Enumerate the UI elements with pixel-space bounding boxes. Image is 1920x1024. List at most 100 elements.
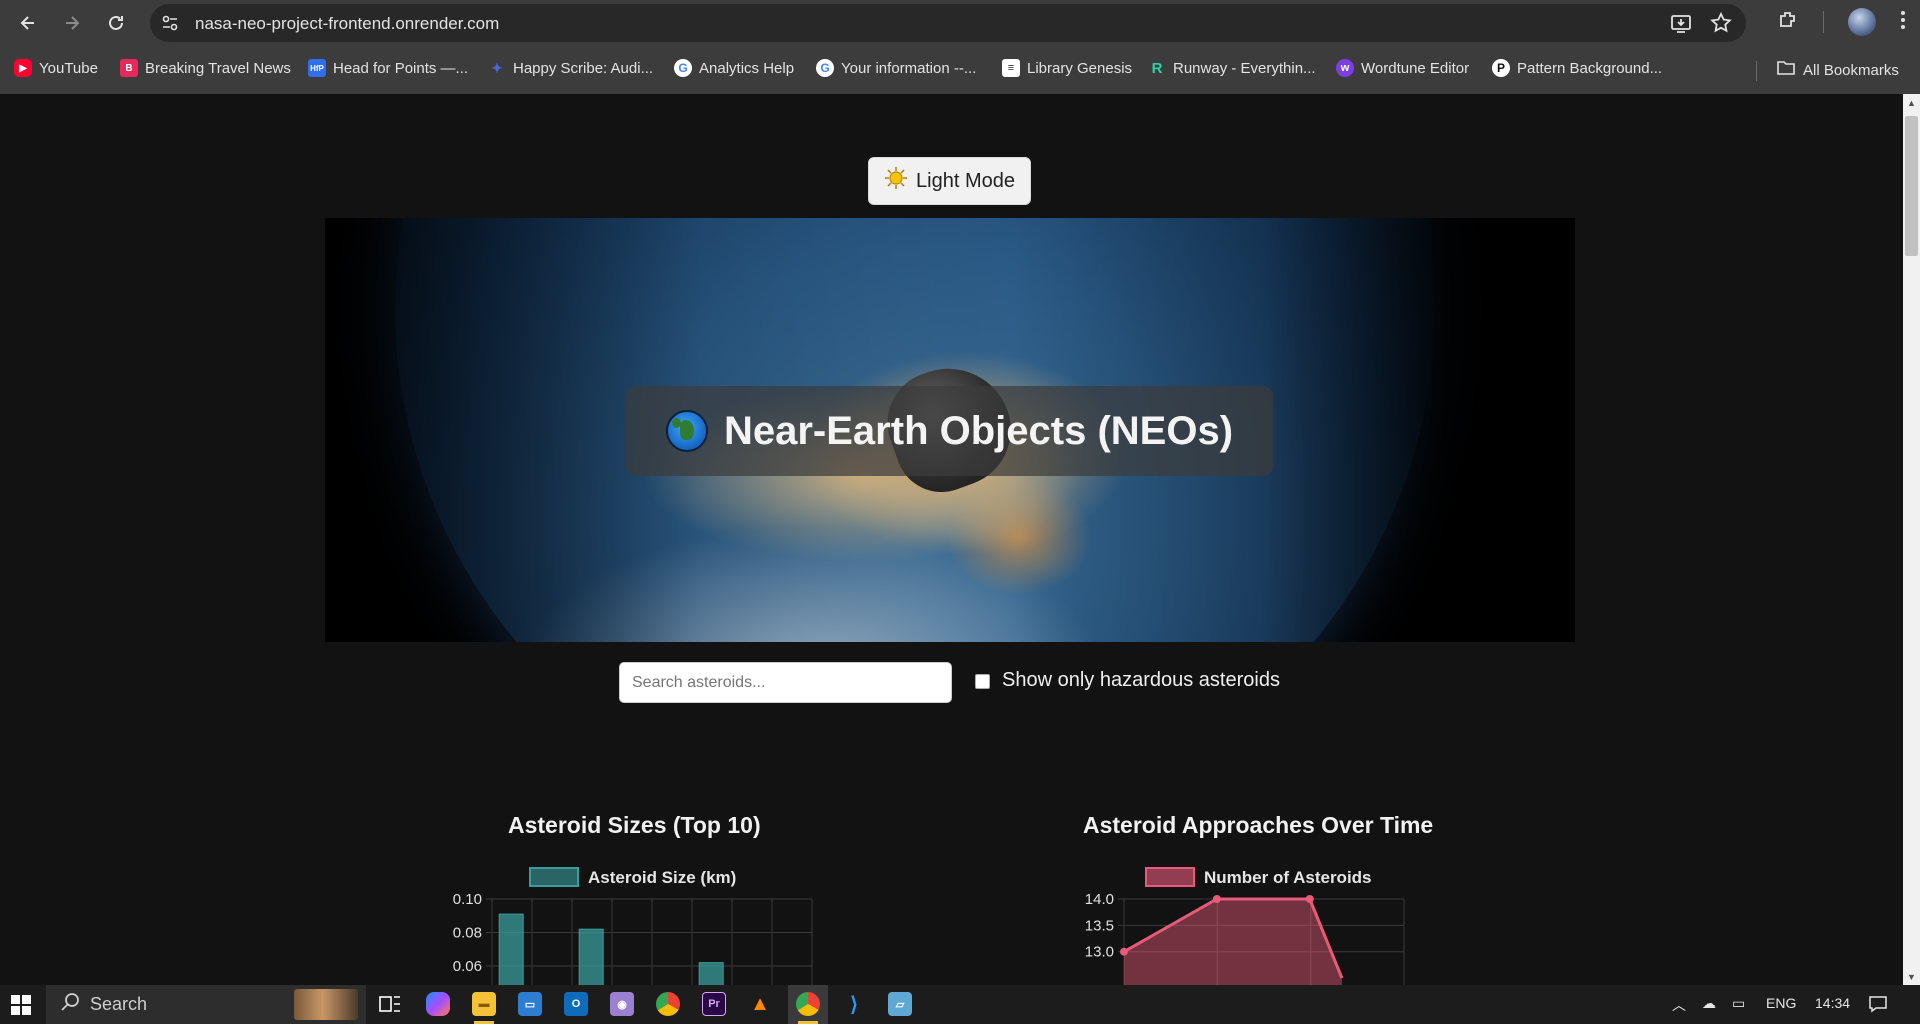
- back-button[interactable]: [8, 3, 48, 43]
- page-title: Near-Earth Objects (NEOs): [723, 408, 1234, 453]
- premiere-pro-icon[interactable]: Pr: [702, 992, 726, 1016]
- task-view-icon[interactable]: [378, 992, 402, 1016]
- data-point: [1212, 895, 1221, 903]
- bookmarks-bar: ▶ YouTube B Breaking Travel News HfP Hea…: [0, 47, 1920, 94]
- breaking-travel-news-icon: B: [120, 59, 138, 77]
- bookmark-wordtune[interactable]: w Wordtune Editor: [1336, 59, 1469, 77]
- light-mode-toggle[interactable]: Light Mode: [868, 157, 1031, 205]
- bookmark-happy-scribe[interactable]: ✦ Happy Scribe: Audi...: [488, 59, 653, 77]
- head-for-points-icon: HfP: [308, 59, 326, 77]
- bookmark-label: Pattern Background...: [1517, 59, 1663, 77]
- bookmark-label: Head for Points —...: [333, 59, 469, 77]
- clock[interactable]: 14:34: [1815, 995, 1850, 1011]
- all-bookmarks-label: All Bookmarks: [1803, 61, 1899, 79]
- bookmark-your-information[interactable]: G Your information --...: [816, 59, 976, 77]
- y-tick-label: 13.0: [1085, 944, 1114, 961]
- legend-swatch: [1145, 867, 1195, 887]
- toolbar-divider: [1823, 11, 1824, 33]
- profile-avatar[interactable]: [1848, 8, 1876, 36]
- windows-taskbar: Search ▬ ▭ O ◉ Pr ▲ ⟩ ▱ ︿ ☁ ▭ ENG 14:34: [0, 985, 1920, 1024]
- vscode-icon[interactable]: ⟩: [842, 992, 866, 1016]
- photos-icon[interactable]: ◉: [610, 992, 634, 1016]
- install-app-icon[interactable]: [1670, 12, 1692, 39]
- reload-icon: [109, 15, 123, 30]
- folder-icon: [1776, 59, 1796, 81]
- scroll-down-arrow-icon[interactable]: ▼: [1903, 968, 1920, 985]
- chrome-active-icon[interactable]: [796, 992, 820, 1016]
- copilot-icon[interactable]: [426, 992, 450, 1016]
- back-arrow-icon: [20, 16, 34, 30]
- hero-banner: Near-Earth Objects (NEOs): [325, 218, 1575, 642]
- bookmark-breaking-travel-news[interactable]: B Breaking Travel News: [120, 59, 291, 77]
- file-explorer-icon[interactable]: ▬: [472, 992, 496, 1016]
- onedrive-icon[interactable]: ☁: [1702, 995, 1716, 1012]
- bookmark-head-for-points[interactable]: HfP Head for Points —...: [308, 59, 468, 77]
- data-point: [1305, 895, 1314, 903]
- y-tick-label: 13.5: [1085, 917, 1114, 934]
- bar: [698, 962, 724, 985]
- bookmark-label: YouTube: [39, 59, 98, 77]
- bookmark-label: Happy Scribe: Audi...: [513, 59, 654, 77]
- page-scrollbar[interactable]: ▲ ▼: [1903, 94, 1920, 985]
- more-menu-icon[interactable]: [1900, 10, 1906, 35]
- vlc-icon[interactable]: ▲: [748, 992, 772, 1016]
- approaches-area-chart: Number of Asteroids 14.0 13.5 13.0: [1085, 867, 1405, 985]
- reload-button[interactable]: [96, 3, 136, 43]
- language-indicator[interactable]: ENG: [1766, 995, 1796, 1011]
- library-genesis-icon: ≡: [1002, 59, 1020, 77]
- hazardous-label[interactable]: Show only hazardous asteroids: [1002, 669, 1280, 692]
- wordtune-icon: w: [1336, 59, 1354, 77]
- bar: [498, 913, 524, 985]
- sizes-bar-chart: Asteroid Size (km) 0.10 0.08 0.06: [453, 867, 813, 985]
- light-mode-label: Light Mode: [916, 169, 1015, 192]
- bookmark-runway[interactable]: R Runway - Everythin...: [1148, 59, 1316, 77]
- tray-overflow-icon[interactable]: ︿: [1672, 995, 1686, 1015]
- bookmark-library-genesis[interactable]: ≡ Library Genesis: [1002, 59, 1132, 77]
- youtube-icon: ▶: [14, 59, 32, 77]
- bookmark-label: Breaking Travel News: [145, 59, 291, 77]
- y-tick-label: 0.08: [453, 925, 482, 942]
- all-bookmarks-button[interactable]: All Bookmarks: [1776, 59, 1899, 81]
- notepad-icon[interactable]: ▱: [888, 992, 912, 1016]
- y-tick-label: 14.0: [1085, 891, 1114, 908]
- url-text[interactable]: nasa-neo-project-frontend.onrender.com: [195, 14, 499, 34]
- google-icon: G: [674, 59, 692, 77]
- hazardous-checkbox[interactable]: [975, 674, 990, 689]
- bookmark-analytics-help[interactable]: G Analytics Help: [674, 59, 794, 77]
- bookmark-pattern-background[interactable]: P Pattern Background...: [1492, 59, 1662, 77]
- search-icon: [60, 992, 80, 1017]
- address-bar[interactable]: nasa-neo-project-frontend.onrender.com: [150, 4, 1746, 42]
- bookmark-label: Analytics Help: [699, 59, 795, 77]
- search-input[interactable]: [619, 662, 952, 703]
- sizes-chart-title: Asteroid Sizes (Top 10): [508, 812, 761, 838]
- taskbar-search[interactable]: Search: [46, 985, 366, 1024]
- browser-toolbar: nasa-neo-project-frontend.onrender.com: [0, 0, 1920, 47]
- forward-button[interactable]: [52, 3, 92, 43]
- google-icon: G: [816, 59, 834, 77]
- data-point: [1120, 947, 1128, 956]
- windows-start-icon[interactable]: [10, 994, 32, 1021]
- y-tick-label: 0.10: [453, 891, 482, 908]
- bookmark-youtube[interactable]: ▶ YouTube: [14, 59, 98, 77]
- hero-title-box: Near-Earth Objects (NEOs): [626, 386, 1273, 476]
- page-viewport: Light Mode Near-Earth Objects (NEOs) Sho…: [0, 94, 1920, 985]
- scroll-up-arrow-icon[interactable]: ▲: [1903, 94, 1920, 111]
- bookmark-star-icon[interactable]: [1710, 11, 1732, 39]
- search-highlight-image: [294, 989, 358, 1020]
- bookmark-label: Library Genesis: [1027, 59, 1133, 77]
- taskbar-search-label: Search: [90, 994, 148, 1014]
- extensions-icon[interactable]: [1777, 9, 1799, 36]
- globe-icon: [665, 410, 708, 452]
- notifications-icon[interactable]: [1868, 995, 1888, 1016]
- remote-desktop-icon[interactable]: ▭: [518, 992, 542, 1016]
- bookmarks-divider: [1756, 61, 1757, 81]
- outlook-icon[interactable]: O: [564, 992, 588, 1016]
- scroll-thumb[interactable]: [1905, 116, 1918, 256]
- bar: [578, 928, 604, 985]
- battery-icon[interactable]: ▭: [1732, 995, 1745, 1012]
- bookmark-label: Your information --...: [841, 59, 977, 77]
- legend-label: Number of Asteroids: [1204, 868, 1372, 887]
- bookmark-label: Wordtune Editor: [1361, 59, 1470, 77]
- site-info-icon[interactable]: [160, 13, 180, 33]
- chrome-icon[interactable]: [656, 992, 680, 1016]
